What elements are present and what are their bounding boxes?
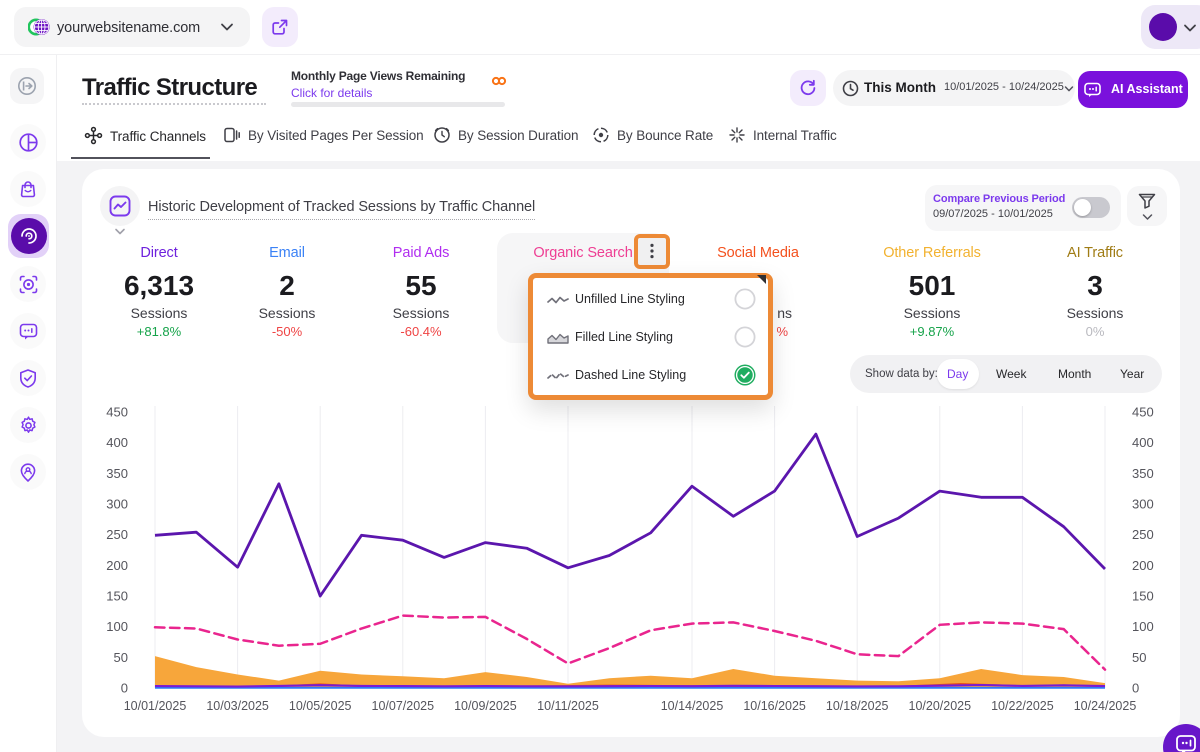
- svg-text:450: 450: [106, 405, 128, 420]
- svg-text:400: 400: [1132, 435, 1154, 450]
- svg-text:10/01/2025: 10/01/2025: [124, 699, 187, 713]
- svg-text:350: 350: [1132, 466, 1154, 481]
- svg-text:300: 300: [106, 497, 128, 512]
- svg-text:250: 250: [106, 527, 128, 542]
- svg-text:400: 400: [106, 435, 128, 450]
- svg-text:200: 200: [106, 558, 128, 573]
- svg-text:10/03/2025: 10/03/2025: [206, 699, 269, 713]
- svg-text:10/24/2025: 10/24/2025: [1074, 699, 1137, 713]
- svg-text:100: 100: [106, 619, 128, 634]
- svg-text:300: 300: [1132, 497, 1154, 512]
- svg-text:200: 200: [1132, 558, 1154, 573]
- svg-text:10/05/2025: 10/05/2025: [289, 699, 352, 713]
- svg-text:10/11/2025: 10/11/2025: [537, 699, 599, 713]
- svg-text:10/14/2025: 10/14/2025: [661, 699, 724, 713]
- svg-text:50: 50: [114, 650, 128, 665]
- svg-text:10/18/2025: 10/18/2025: [826, 699, 889, 713]
- svg-text:10/07/2025: 10/07/2025: [372, 699, 435, 713]
- svg-text:10/22/2025: 10/22/2025: [991, 699, 1054, 713]
- svg-text:10/16/2025: 10/16/2025: [743, 699, 806, 713]
- svg-text:100: 100: [1132, 619, 1154, 634]
- svg-text:0: 0: [1132, 681, 1139, 696]
- svg-text:0: 0: [121, 681, 128, 696]
- svg-text:10/20/2025: 10/20/2025: [909, 699, 972, 713]
- svg-text:250: 250: [1132, 527, 1154, 542]
- svg-text:150: 150: [1132, 589, 1154, 604]
- svg-text:150: 150: [106, 589, 128, 604]
- svg-text:450: 450: [1132, 405, 1154, 420]
- svg-text:350: 350: [106, 466, 128, 481]
- svg-text:10/09/2025: 10/09/2025: [454, 699, 517, 713]
- svg-text:50: 50: [1132, 650, 1146, 665]
